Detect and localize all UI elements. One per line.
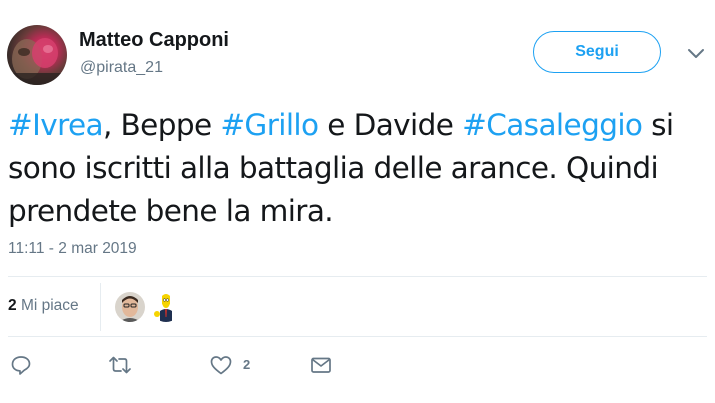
tweet-card: Matteo Capponi @pirata_21 Segui #Ivrea, …: [0, 0, 715, 403]
tweet-text-segment: , Beppe: [102, 108, 221, 142]
author-handle[interactable]: @pirata_21: [80, 59, 163, 77]
divider: [8, 276, 707, 277]
hashtag-link[interactable]: #Ivrea: [8, 108, 104, 142]
follow-button[interactable]: Segui: [533, 31, 661, 73]
tweet-text: #Ivrea, Beppe #Grillo e Davide #Casalegg…: [8, 104, 708, 233]
author-name[interactable]: Matteo Capponi: [79, 29, 229, 52]
reply-icon[interactable]: [10, 354, 32, 376]
liker-avatar[interactable]: [115, 292, 145, 322]
likes-count: 2: [8, 297, 17, 314]
hashtag-link[interactable]: #Grillo: [220, 108, 319, 142]
hashtag-link[interactable]: #Casaleggio: [462, 108, 643, 142]
tweet-timestamp[interactable]: 11:11 - 2 mar 2019: [8, 240, 137, 258]
like-count: 2: [243, 357, 251, 372]
divider-vertical: [100, 283, 101, 331]
heart-icon[interactable]: [209, 354, 233, 376]
divider: [8, 336, 707, 337]
chevron-down-icon[interactable]: [684, 46, 708, 62]
liker-avatar[interactable]: [151, 292, 181, 322]
likes-summary[interactable]: 2 Mi piace: [8, 297, 79, 315]
envelope-icon[interactable]: [310, 354, 332, 376]
author-avatar[interactable]: [7, 25, 67, 85]
tweet-text-segment: e Davide: [318, 108, 463, 142]
likes-label: Mi piace: [20, 297, 79, 314]
retweet-icon[interactable]: [107, 354, 133, 376]
